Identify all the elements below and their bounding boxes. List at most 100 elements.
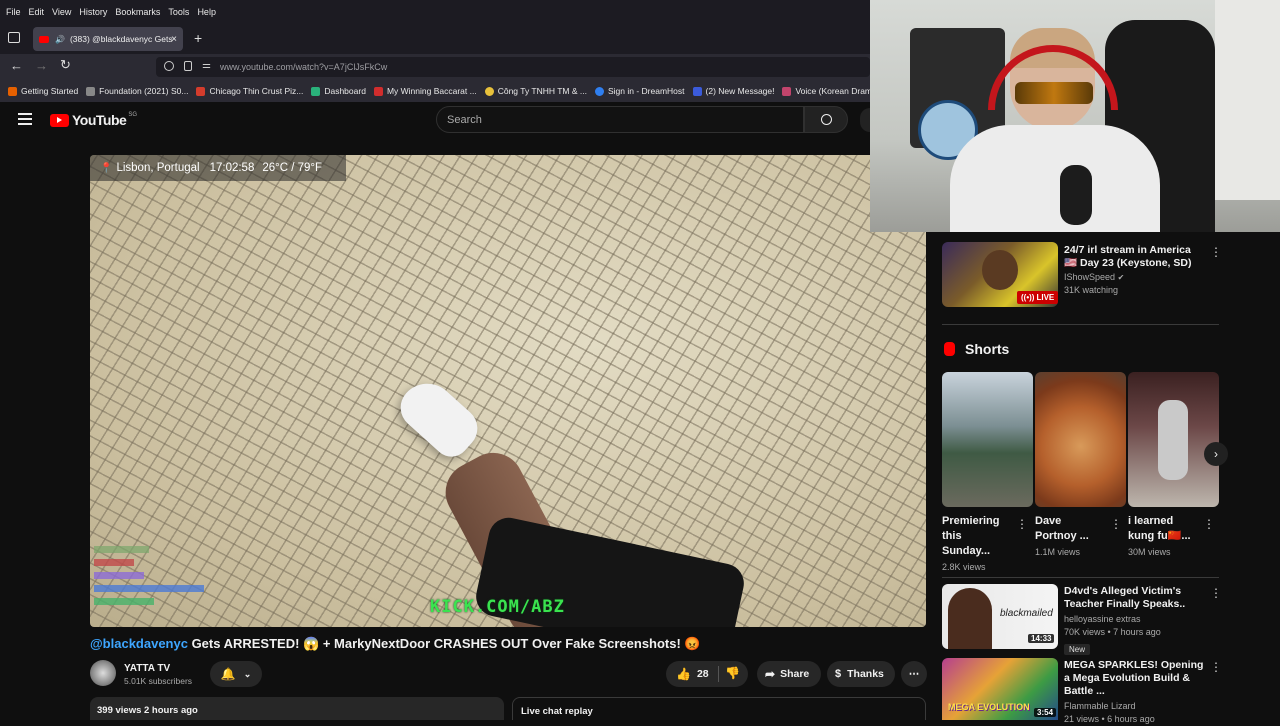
bookmark-label: Chicago Thin Crust Piz...	[209, 86, 304, 96]
thanks-label: Thanks	[847, 668, 884, 680]
views-and-date: 399 views 2 hours ago	[97, 705, 198, 716]
hamburger-menu-icon[interactable]	[18, 113, 32, 125]
channel-name-main[interactable]: YATTA TV	[124, 663, 192, 674]
title-mention-link[interactable]: @blackdavenyc	[90, 636, 188, 651]
subscribe-bell-button[interactable]: 🔔 ⌄	[210, 661, 262, 687]
share-button[interactable]: ➦ Share	[757, 661, 821, 687]
location-text: Lisbon, Portugal	[116, 162, 200, 174]
short-info[interactable]: Premiering this Sunday... 2.8K views	[942, 514, 1010, 574]
more-options-icon[interactable]: ⋮	[1110, 517, 1122, 531]
menu-file[interactable]: File	[6, 7, 21, 17]
tab-list-icon[interactable]	[8, 32, 20, 43]
thanks-icon: $	[835, 668, 842, 680]
bookmark-icon	[311, 86, 321, 96]
speaker-icon[interactable]: 🔊	[55, 35, 65, 44]
bookmark-item[interactable]: (2) New Message!	[692, 86, 775, 96]
video-thumbnail[interactable]: ((•)) LIVE	[942, 242, 1058, 307]
permissions-icon[interactable]: ⚌	[202, 60, 211, 71]
description-box[interactable]: 399 views 2 hours ago	[90, 697, 504, 720]
short-info[interactable]: Dave Portnoy ... 1.1M views	[1035, 514, 1103, 559]
more-options-icon[interactable]: ⋮	[1016, 517, 1028, 531]
divider	[718, 666, 719, 682]
video-title[interactable]: MEGA SPARKLES! Opening a Mega Evolution …	[1064, 659, 1209, 698]
short-thumbnail[interactable]	[1128, 372, 1219, 507]
video-title[interactable]: 24/7 irl stream in America 🇺🇸 Day 23 (Ke…	[1064, 244, 1204, 270]
live-badge: ((•)) LIVE	[1017, 291, 1058, 304]
dislike-icon[interactable]: 👎	[725, 666, 740, 680]
search-button[interactable]	[804, 106, 848, 133]
more-options-icon[interactable]: ⋮	[1203, 517, 1215, 531]
video-info[interactable]: D4vd's Alleged Victim's Teacher Finally …	[1064, 585, 1209, 657]
more-options-icon[interactable]: ⋮	[1210, 586, 1222, 600]
bookmark-item[interactable]: Foundation (2021) S0...	[86, 86, 188, 96]
more-options-icon[interactable]: ⋮	[1210, 660, 1222, 674]
channel-avatar[interactable]	[90, 660, 116, 686]
bookmark-item[interactable]: Dashboard	[311, 86, 366, 96]
thanks-button[interactable]: $ Thanks	[827, 661, 895, 687]
tab-active[interactable]: 🔊 (383) @blackdavenyc Gets ×	[33, 27, 183, 51]
youtube-play-icon	[50, 113, 69, 127]
menu-help[interactable]: Help	[197, 7, 216, 17]
bookmark-item[interactable]: Sign in - DreamHost	[594, 86, 685, 96]
bookmark-item[interactable]: Chicago Thin Crust Piz...	[196, 86, 303, 96]
tab-title: (383) @blackdavenyc Gets	[69, 34, 173, 44]
url-bar[interactable]: ⚌ www.youtube.com/watch?v=A7jClJsFkCw	[156, 57, 870, 77]
video-player[interactable]: 📍 Lisbon, Portugal 17:02:58 26°C / 79°F …	[90, 155, 926, 627]
short-info[interactable]: i learned kung fu🇨🇳... 30M views	[1128, 514, 1196, 559]
new-badge: New	[1064, 644, 1091, 655]
bookmark-label: (2) New Message!	[705, 86, 775, 96]
menu-edit[interactable]: Edit	[29, 7, 45, 17]
channel-name[interactable]: IShowSpeed	[1064, 272, 1115, 282]
thumbnail-caption: blackmailed	[1000, 608, 1053, 619]
overlay-weather: 26°C / 79°F	[262, 162, 323, 174]
tab-bar: 🔊 (383) @blackdavenyc Gets × +	[0, 24, 870, 54]
new-tab-button[interactable]: +	[194, 30, 202, 46]
short-thumbnail[interactable]	[1035, 372, 1126, 507]
video-thumbnail[interactable]: blackmailed 14:33	[942, 584, 1058, 649]
bookmark-item[interactable]: Getting Started	[8, 86, 78, 96]
next-arrow-button[interactable]: ›	[1204, 442, 1228, 466]
thumbnail-person	[948, 588, 992, 649]
short-views: 30M views	[1128, 547, 1171, 557]
reload-icon[interactable]: ↻	[60, 57, 71, 73]
back-arrow-icon[interactable]: ←	[10, 58, 23, 73]
video-info[interactable]: 24/7 irl stream in America 🇺🇸 Day 23 (Ke…	[1064, 244, 1204, 297]
youtube-logo[interactable]: YouTube SG	[50, 112, 137, 128]
video-info[interactable]: MEGA SPARKLES! Opening a Mega Evolution …	[1064, 659, 1209, 726]
search-placeholder: Search	[447, 113, 482, 126]
like-count[interactable]: 28	[697, 668, 709, 680]
like-icon[interactable]: 👍	[676, 667, 691, 681]
live-chat-replay[interactable]: Live chat replay	[512, 697, 926, 720]
short-title[interactable]: Premiering this Sunday...	[942, 514, 1010, 559]
more-actions-button[interactable]: ⋯	[901, 661, 927, 687]
short-title[interactable]: i learned kung fu🇨🇳...	[1128, 514, 1196, 544]
video-thumbnail[interactable]: MEGA EVOLUTION 3:54	[942, 658, 1058, 720]
bookmark-icon	[373, 86, 383, 96]
forward-arrow-icon[interactable]: →	[35, 58, 48, 73]
lock-icon[interactable]	[184, 61, 192, 71]
short-views: 1.1M views	[1035, 547, 1081, 557]
search-input[interactable]: Search	[436, 106, 804, 133]
shield-icon[interactable]	[164, 61, 174, 71]
more-options-icon[interactable]: ⋮	[1210, 245, 1222, 259]
mic-button[interactable]	[860, 108, 870, 132]
tab-close-icon[interactable]: ×	[171, 34, 177, 45]
menu-bookmarks[interactable]: Bookmarks	[115, 7, 160, 17]
bookmark-icon	[594, 86, 604, 96]
video-title[interactable]: D4vd's Alleged Victim's Teacher Finally …	[1064, 585, 1209, 611]
channel-info[interactable]: YATTA TV 5.01K subscribers	[124, 663, 192, 686]
bookmark-item[interactable]: Công Ty TNHH TM & ...	[484, 86, 587, 96]
short-views: 2.8K views	[942, 562, 986, 572]
bookmark-icon	[782, 86, 792, 96]
menu-view[interactable]: View	[52, 7, 71, 17]
bookmark-item[interactable]: Voice (Korean Drama) ...	[782, 86, 870, 96]
shorts-title: Shorts	[965, 341, 1010, 357]
short-title[interactable]: Dave Portnoy ...	[1035, 514, 1103, 544]
channel-name[interactable]: Flammable Lizard	[1064, 700, 1209, 713]
video-meta: 31K watching	[1064, 285, 1119, 295]
channel-name[interactable]: helloyassine extras	[1064, 613, 1209, 626]
menu-history[interactable]: History	[79, 7, 107, 17]
short-thumbnail[interactable]	[942, 372, 1033, 507]
menu-tools[interactable]: Tools	[168, 7, 189, 17]
bookmark-item[interactable]: My Winning Baccarat ...	[373, 86, 477, 96]
